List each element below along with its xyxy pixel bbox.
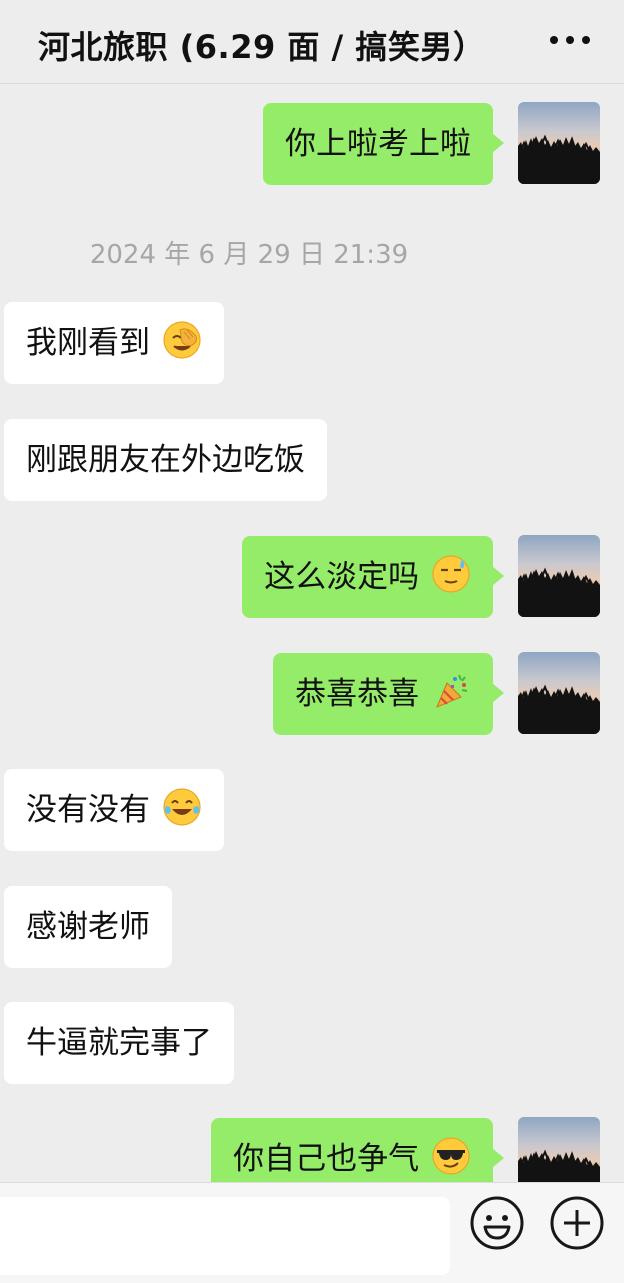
message-text: 感谢老师	[26, 909, 150, 945]
emoji-face-icon[interactable]	[469, 1195, 525, 1251]
message-bubble-incoming[interactable]: 我刚看到	[4, 302, 224, 384]
message-input[interactable]	[0, 1197, 450, 1275]
message-bubble-incoming[interactable]: 没有没有	[4, 769, 224, 851]
message-text: 这么淡定吗	[264, 559, 420, 595]
chat-header: 河北旅职 (6.29 面 / 搞笑男）	[0, 0, 624, 84]
input-bar	[0, 1182, 624, 1283]
message-bubble-outgoing[interactable]: 恭喜恭喜	[273, 653, 504, 735]
message-list[interactable]: 你上啦考上啦 2024 年 6 月 29 日 21:39 我刚看到 刚跟朋友在外…	[0, 84, 624, 1182]
message-text: 恭喜恭喜	[295, 676, 420, 712]
message-text: 刚跟朋友在外边吃饭	[26, 442, 305, 478]
message-text: 你上啦考上啦	[285, 126, 471, 162]
chat-title: 河北旅职 (6.29 面 / 搞笑男）	[38, 28, 486, 66]
message-bubble-incoming[interactable]: 牛逼就完事了	[4, 1002, 234, 1084]
tears-of-joy-emoji	[162, 787, 202, 827]
message-bubble-outgoing[interactable]: 这么淡定吗	[242, 536, 504, 618]
message-bubble-incoming[interactable]: 刚跟朋友在外边吃饭	[4, 419, 327, 501]
facepalm-emoji	[162, 320, 202, 360]
avatar-self[interactable]	[518, 1117, 600, 1182]
message-bubble-outgoing[interactable]: 你自己也争气	[211, 1118, 504, 1182]
sweat-smile-emoji	[431, 554, 471, 594]
message-bubble-outgoing[interactable]: 你上啦考上啦	[263, 103, 504, 185]
sunglasses-emoji	[431, 1136, 471, 1176]
more-dots-icon[interactable]	[550, 33, 590, 47]
party-popper-emoji	[436, 674, 468, 708]
avatar-self[interactable]	[518, 102, 600, 184]
message-text: 没有没有	[26, 792, 150, 828]
plus-icon[interactable]	[549, 1195, 605, 1251]
message-bubble-incoming[interactable]: 感谢老师	[4, 886, 172, 968]
avatar-self[interactable]	[518, 535, 600, 617]
message-timestamp: 2024 年 6 月 29 日 21:39	[89, 240, 409, 270]
message-text: 你自己也争气	[233, 1141, 420, 1177]
message-text: 我刚看到	[26, 325, 150, 361]
avatar-self[interactable]	[518, 652, 600, 734]
message-text: 牛逼就完事了	[26, 1025, 212, 1061]
